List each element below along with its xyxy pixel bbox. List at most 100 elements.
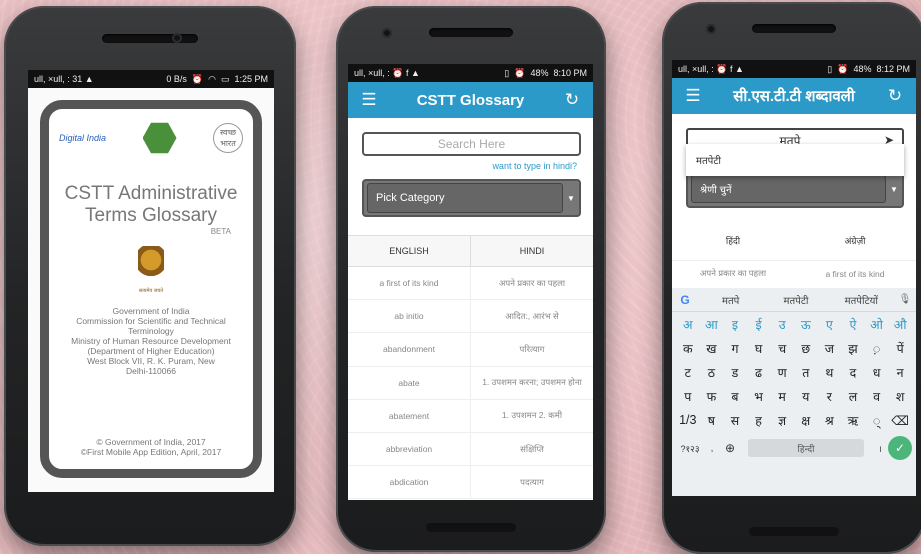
key[interactable]: ध [865, 364, 889, 381]
key[interactable]: इ [723, 316, 747, 333]
key[interactable]: 1/3 [676, 413, 700, 427]
phone-english-glossary: ull, ×ull, : ⏰ f ▲ ▯ ⏰ 48% 8:10 PM ☰ CST… [336, 6, 606, 552]
backspace-icon[interactable]: ⌫ [888, 413, 912, 428]
emblem-caption: सत्यमेव जयते [138, 288, 164, 294]
key[interactable]: म [770, 388, 794, 405]
key[interactable]: ऐ [841, 316, 865, 333]
key[interactable]: ष [700, 412, 724, 429]
enter-check-icon[interactable]: ✓ [888, 436, 912, 460]
key[interactable]: त [794, 364, 818, 381]
search-input[interactable]: Search Here [362, 132, 581, 156]
table-row[interactable]: abdication पदत्याग [348, 466, 593, 500]
category-select[interactable]: Pick Category [367, 183, 563, 213]
key[interactable]: ग [723, 340, 747, 357]
key[interactable]: द [841, 364, 865, 381]
key[interactable]: छ [794, 340, 818, 357]
earpiece [102, 34, 198, 43]
key[interactable]: ब [723, 388, 747, 405]
hindi-typing-link[interactable]: want to type in hindi? [348, 161, 593, 171]
key[interactable]: भ [747, 388, 771, 405]
category-dropdown[interactable]: Pick Category ▼ [362, 179, 581, 217]
key[interactable]: ह [747, 412, 771, 429]
key[interactable]: ख [700, 340, 724, 357]
table-row[interactable]: abandonment परित्याग [348, 333, 593, 367]
key[interactable]: ज्ञ [770, 412, 794, 429]
numbers-key[interactable]: ?१२३ [676, 442, 704, 455]
key[interactable]: ़ [865, 340, 889, 357]
comma-key[interactable]: , [704, 443, 720, 453]
key[interactable]: ज [818, 340, 842, 357]
keyboard-row: अआइईउऊएऐओऔ [672, 312, 916, 336]
key[interactable]: ठ [700, 364, 724, 381]
table-row[interactable]: abbreviation संक्षिप्ति [348, 432, 593, 467]
google-icon[interactable]: G [672, 293, 698, 307]
signal-icons: ull, ×ull, : 31 ▲ [34, 74, 94, 84]
key[interactable]: झ [841, 340, 865, 357]
splash-screen: ull, ×ull, : 31 ▲ 0 B/s ⏰ ◠ ▭ 1:25 PM Di… [28, 70, 274, 492]
key[interactable]: ऊ [794, 316, 818, 333]
key[interactable]: श्र [818, 412, 842, 429]
column-hindi: हिंदी [725, 235, 741, 246]
globe-icon[interactable]: ⊕ [720, 441, 740, 455]
dropdown-arrow-icon[interactable]: ▼ [563, 194, 579, 203]
danda-key[interactable]: । [872, 442, 888, 455]
keyboard-row: 1/3 ष स ह ज्ञ क्ष श्र ऋ् ⌫ [672, 408, 916, 432]
keyboard-suggestion[interactable]: मतपेटी [763, 293, 828, 307]
table-row[interactable]: a first of its kind अपने प्रकार का पहला [348, 267, 593, 301]
key[interactable]: य [794, 388, 818, 405]
key[interactable]: क्ष [794, 412, 818, 429]
keyboard-suggestion[interactable]: मतपे [698, 293, 763, 307]
key[interactable]: औ [888, 316, 912, 333]
keyboard-row: पफबभमयरलवश [672, 384, 916, 408]
battery-level: 48% [853, 64, 872, 74]
dropdown-arrow-icon[interactable]: ▼ [886, 185, 902, 194]
key[interactable]: प [676, 388, 700, 405]
key[interactable]: ड [723, 364, 747, 381]
government-address: Government of India Commission for Scien… [49, 306, 253, 376]
term-english: a first of its kind [348, 267, 471, 300]
digital-india-logo-icon: Digital India [59, 133, 107, 143]
key[interactable]: ण [770, 364, 794, 381]
copyright-footer: © Government of India, 2017 ©First Mobil… [49, 437, 253, 457]
table-row[interactable]: अपने प्रकार का पहला a first of its kind [672, 260, 916, 286]
key[interactable]: ए [818, 316, 842, 333]
table-row[interactable]: ab initio आदित:, आरंभ से [348, 300, 593, 334]
key[interactable]: ् [865, 412, 889, 429]
key[interactable]: ल [841, 388, 865, 405]
key[interactable]: उ [770, 316, 794, 333]
key[interactable]: पें [888, 340, 912, 357]
key[interactable]: ई [747, 316, 771, 333]
key[interactable]: फ [700, 388, 724, 405]
key[interactable]: घ [747, 340, 771, 357]
refresh-icon[interactable]: ↻ [884, 86, 906, 106]
front-camera [706, 24, 716, 34]
key[interactable]: स [723, 412, 747, 429]
menu-icon[interactable]: ☰ [682, 86, 704, 106]
key[interactable]: ओ [865, 316, 889, 333]
battery-icon: ▭ [220, 73, 230, 84]
keyboard-suggestion[interactable]: मतपेटियों [829, 293, 894, 307]
table-row[interactable]: abatement 1. उपशमन 2. कमी [348, 399, 593, 433]
gov-line: Terminology [128, 326, 174, 336]
network-speed: 0 B/s [166, 74, 187, 84]
key[interactable]: अ [676, 316, 700, 333]
category-select[interactable]: श्रेणी चुनें [691, 175, 886, 203]
space-key[interactable]: हिन्दी [748, 439, 864, 457]
key[interactable]: ढ [747, 364, 771, 381]
key[interactable]: थ [818, 364, 842, 381]
menu-icon[interactable]: ☰ [358, 90, 380, 110]
microphone-icon[interactable]: 🎙 [894, 294, 916, 305]
key[interactable]: र [818, 388, 842, 405]
key[interactable]: ऋ [841, 412, 865, 429]
table-row[interactable]: abate 1. उपशमन करना; उपशमन होना [348, 366, 593, 400]
key[interactable]: क [676, 340, 700, 357]
key[interactable]: न [888, 364, 912, 381]
key[interactable]: व [865, 388, 889, 405]
key[interactable]: ट [676, 364, 700, 381]
emblem-icon [138, 246, 164, 286]
key[interactable]: च [770, 340, 794, 357]
refresh-icon[interactable]: ↻ [561, 90, 583, 110]
autocomplete-suggestion[interactable]: मतपेटी [686, 144, 904, 176]
key[interactable]: आ [700, 316, 724, 333]
key[interactable]: श [888, 388, 912, 405]
